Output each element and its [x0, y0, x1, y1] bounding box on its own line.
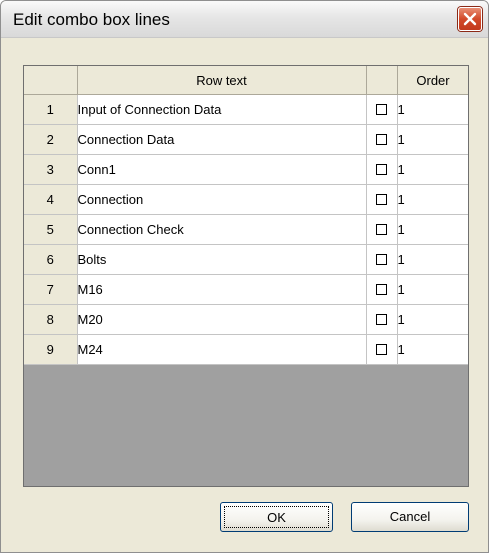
row-text-cell[interactable]: Connection	[77, 184, 367, 215]
row-number[interactable]: 5	[24, 214, 78, 245]
table-row[interactable]: 3 Conn1 1	[24, 154, 468, 185]
row-order-cell[interactable]: 1	[397, 124, 468, 155]
row-text-cell[interactable]: Bolts	[77, 244, 367, 275]
row-order-cell[interactable]: 1	[397, 184, 468, 215]
row-order-cell[interactable]: 1	[397, 304, 468, 335]
row-number[interactable]: 9	[24, 334, 78, 365]
row-text-cell[interactable]: M24	[77, 334, 367, 365]
row-checkbox[interactable]	[376, 254, 387, 266]
row-number[interactable]: 4	[24, 184, 78, 215]
row-text-cell[interactable]: Connection Data	[77, 124, 367, 155]
title-bar[interactable]: Edit combo box lines	[1, 1, 488, 38]
ok-button-label: OK	[224, 506, 329, 528]
row-number[interactable]: 2	[24, 124, 78, 155]
row-text-cell[interactable]: Input of Connection Data	[77, 94, 367, 125]
row-checkbox[interactable]	[376, 284, 387, 296]
ok-button[interactable]: OK	[220, 502, 333, 532]
header-check[interactable]	[366, 66, 398, 95]
row-order-cell[interactable]: 1	[397, 214, 468, 245]
table-row[interactable]: 5 Connection Check 1	[24, 214, 468, 245]
row-check-cell	[366, 244, 398, 275]
edit-combo-box-lines-dialog: Edit combo box lines Row text Order 1 In…	[0, 0, 489, 553]
table-row[interactable]: 8 M20 1	[24, 304, 468, 335]
row-checkbox[interactable]	[376, 314, 387, 326]
grid-body: 1 Input of Connection Data 1 2 Connection Da…	[24, 94, 468, 365]
row-check-cell	[366, 334, 398, 365]
table-row[interactable]: 2 Connection Data 1	[24, 124, 468, 155]
row-order-cell[interactable]: 1	[397, 334, 468, 365]
close-icon	[463, 12, 477, 26]
row-check-cell	[366, 184, 398, 215]
row-text-cell[interactable]: M20	[77, 304, 367, 335]
row-order-cell[interactable]: 1	[397, 94, 468, 125]
row-check-cell	[366, 124, 398, 155]
row-checkbox[interactable]	[376, 164, 387, 176]
row-checkbox[interactable]	[376, 104, 387, 116]
row-number[interactable]: 7	[24, 274, 78, 305]
table-row[interactable]: 4 Connection 1	[24, 184, 468, 215]
row-check-cell	[366, 214, 398, 245]
table-row[interactable]: 7 M16 1	[24, 274, 468, 305]
row-checkbox[interactable]	[376, 344, 387, 356]
row-text-cell[interactable]: M16	[77, 274, 367, 305]
row-check-cell	[366, 304, 398, 335]
cancel-button[interactable]: Cancel	[351, 502, 469, 532]
header-row: Row text Order	[24, 66, 468, 95]
row-checkbox[interactable]	[376, 194, 387, 206]
row-number[interactable]: 1	[24, 94, 78, 125]
close-button[interactable]	[458, 7, 482, 31]
grid-table: Row text Order 1 Input of Connection Data…	[24, 66, 468, 365]
table-row[interactable]: 9 M24 1	[24, 334, 468, 365]
table-row[interactable]: 1 Input of Connection Data 1	[24, 94, 468, 125]
row-number[interactable]: 3	[24, 154, 78, 185]
combo-lines-grid[interactable]: Row text Order 1 Input of Connection Data…	[23, 65, 469, 487]
header-order[interactable]: Order	[397, 66, 468, 95]
row-text-cell[interactable]: Connection Check	[77, 214, 367, 245]
row-number[interactable]: 6	[24, 244, 78, 275]
header-row-text[interactable]: Row text	[77, 66, 367, 95]
row-order-cell[interactable]: 1	[397, 274, 468, 305]
row-check-cell	[366, 94, 398, 125]
row-order-cell[interactable]: 1	[397, 244, 468, 275]
row-check-cell	[366, 154, 398, 185]
header-corner-cell[interactable]	[24, 66, 78, 95]
row-check-cell	[366, 274, 398, 305]
row-number[interactable]: 8	[24, 304, 78, 335]
row-text-cell[interactable]: Conn1	[77, 154, 367, 185]
table-row[interactable]: 6 Bolts 1	[24, 244, 468, 275]
window-title: Edit combo box lines	[13, 10, 170, 29]
row-checkbox[interactable]	[376, 134, 387, 146]
row-order-cell[interactable]: 1	[397, 154, 468, 185]
row-checkbox[interactable]	[376, 224, 387, 236]
